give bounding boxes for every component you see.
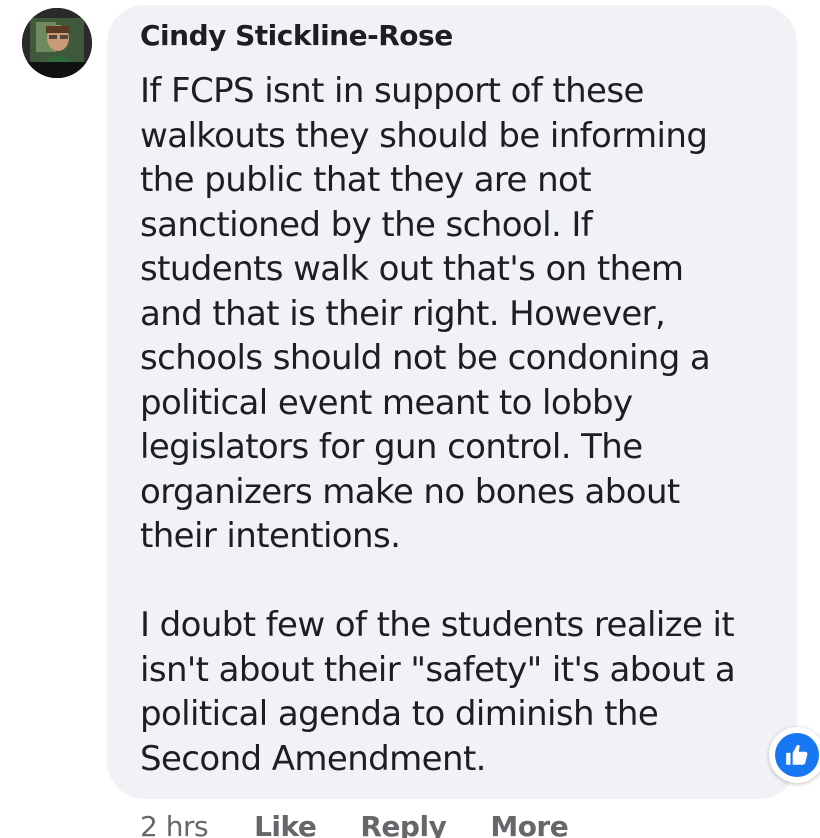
more-button[interactable]: More: [490, 810, 568, 838]
comment-screen: Cindy Stickline-Rose If FCPS isnt in sup…: [0, 0, 820, 838]
comment-paragraph-2: I doubt few of the students realize it i…: [140, 603, 780, 781]
comment-author[interactable]: Cindy Stickline-Rose: [140, 19, 453, 52]
comment-line: their intentions.: [140, 516, 401, 556]
reaction-badge[interactable]: [769, 727, 820, 783]
comment-line: legislators for gun control. The: [140, 427, 643, 467]
comment-line: Second Amendment.: [140, 738, 486, 779]
comment-body: If FCPS isnt in support of these walkout…: [140, 69, 780, 781]
thumbs-up-icon: [775, 733, 819, 777]
comment-line: the public that they are not: [140, 160, 592, 200]
comment-line: walkouts they should be informing: [140, 115, 708, 156]
comment-line: students walk out that's on them: [140, 249, 684, 289]
like-button[interactable]: Like: [254, 810, 317, 838]
comment-line: sanctioned by the school. If: [140, 204, 593, 245]
comment-paragraph-1: If FCPS isnt in support of these walkout…: [140, 69, 780, 559]
comment-timestamp[interactable]: 2 hrs: [140, 810, 209, 838]
comment-line: political event meant to lobby: [140, 382, 633, 423]
comment-line: political agenda to diminish the: [140, 694, 659, 734]
comment-line: schools should not be condoning a: [140, 338, 711, 378]
comment-line: organizers make no bones about: [140, 471, 680, 512]
comment-bubble: Cindy Stickline-Rose If FCPS isnt in sup…: [107, 5, 797, 799]
comment-actions: 2 hrs Like Reply More: [140, 810, 569, 838]
comment-line: and that is their right. However,: [140, 293, 666, 334]
comment-line: I doubt few of the students realize it: [140, 605, 735, 645]
comment-line: If FCPS isnt in support of these: [140, 71, 644, 111]
comment-line: isn't about their "safety" it's about a: [140, 649, 736, 690]
avatar-image: [22, 8, 92, 78]
reply-button[interactable]: Reply: [360, 810, 446, 838]
avatar[interactable]: [22, 8, 92, 78]
